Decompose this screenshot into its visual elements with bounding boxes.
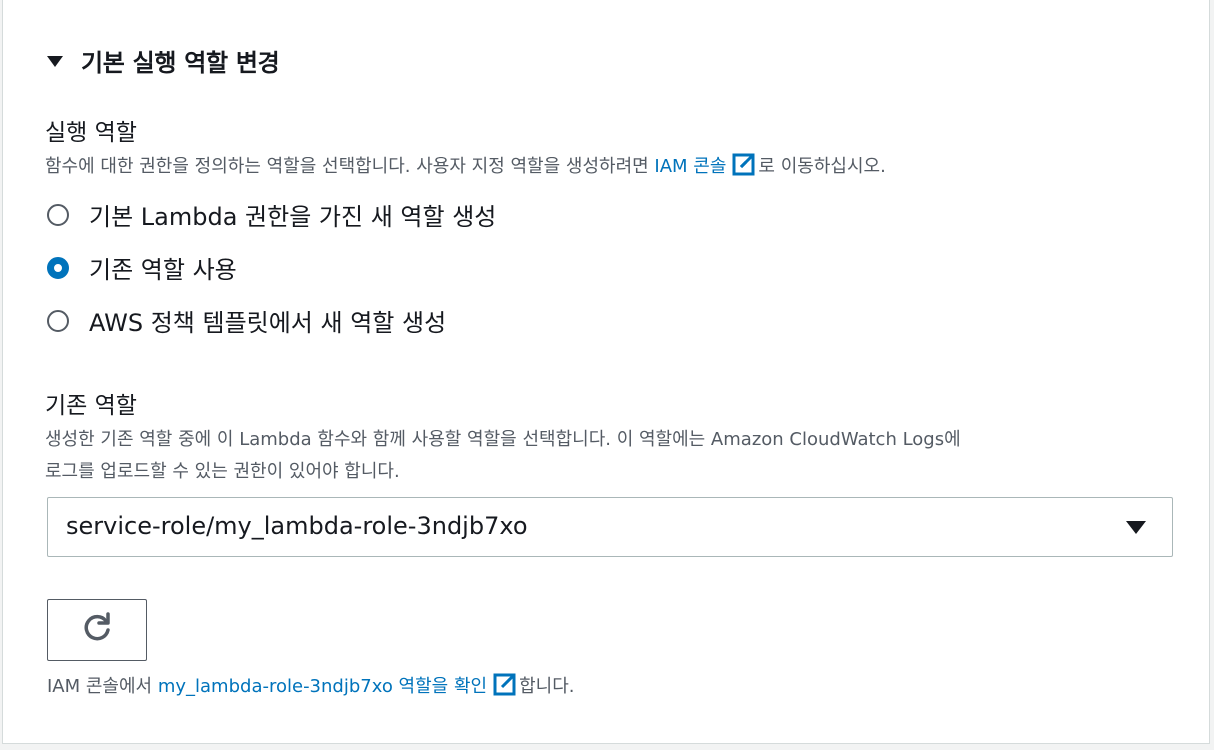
section-toggle[interactable]: 기본 실행 역할 변경 [47,43,280,78]
iam-role-footer: IAM 콘솔에서 my_lambda-role-3ndjb7xo 역할을 확인 합… [47,671,575,707]
selected-role-value: service-role/my_lambda-role-3ndjb7xo [66,512,528,540]
view-role-in-iam-link[interactable]: my_lambda-role-3ndjb7xo 역할을 확인 [158,676,487,697]
radio-option-policy-template-role[interactable]: AWS 정책 템플릿에서 새 역할 생성 [47,303,446,338]
refresh-icon [80,611,114,649]
radio-option-existing-role[interactable]: 기존 역할 사용 [47,250,237,285]
external-link-icon[interactable] [732,152,756,187]
execution-role-description: 함수에 대한 권한을 정의하는 역할을 선택합니다. 사용자 지정 역할을 생성… [45,151,886,187]
radio-button[interactable] [47,203,69,226]
existing-role-description-line2: 로그를 업로드할 수 있는 권한이 있어야 합니다. [45,461,400,482]
section-title: 기본 실행 역할 변경 [81,49,280,77]
radio-option-new-basic-role[interactable]: 기본 Lambda 권한을 가진 새 역할 생성 [47,197,496,232]
existing-role-description-line1: 생성한 기존 역할 중에 이 Lambda 함수와 함께 사용할 역할을 선택합… [45,429,961,450]
caret-down-icon [47,56,63,67]
existing-role-label: 기존 역할 [45,393,137,419]
chevron-down-icon [1126,521,1146,534]
iam-console-link[interactable]: IAM 콘솔 [654,156,726,177]
radio-button-selected[interactable] [47,256,69,279]
external-link-icon[interactable] [493,672,517,707]
refresh-button[interactable] [47,599,147,661]
execution-role-label: 실행 역할 [45,120,137,146]
existing-role-select[interactable]: service-role/my_lambda-role-3ndjb7xo [47,497,1173,557]
radio-button[interactable] [47,309,69,332]
role-settings-panel: 기본 실행 역할 변경 실행 역할 함수에 대한 권한을 정의하는 역할을 선택… [2,0,1210,744]
